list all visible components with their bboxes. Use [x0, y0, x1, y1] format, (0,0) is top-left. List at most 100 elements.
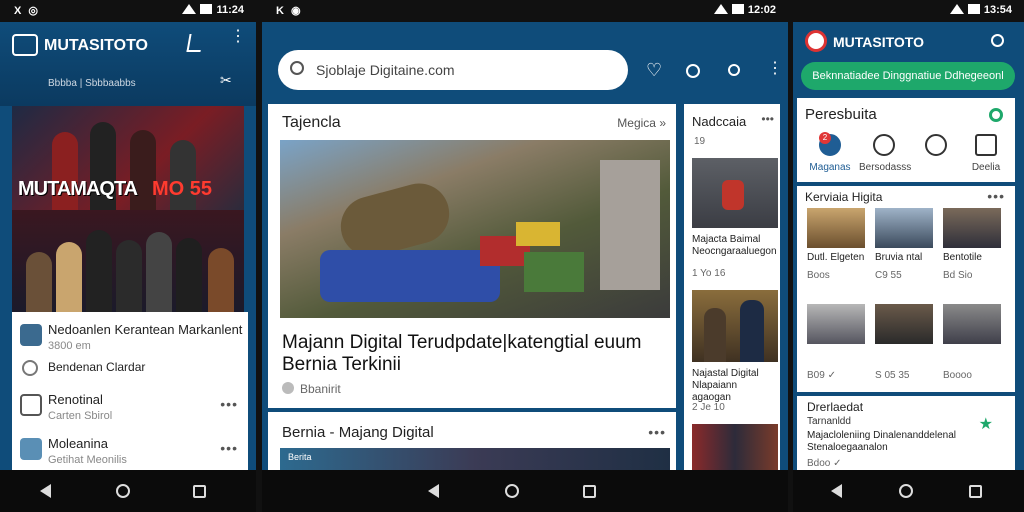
card-more-link[interactable]: Megica » [617, 116, 666, 130]
tab-deelia[interactable]: Deelia [961, 134, 1011, 173]
recents-icon[interactable] [193, 485, 206, 498]
bottom-card[interactable]: Drerlaedat Tarnanldd Majacloleniing Dina… [797, 396, 1015, 472]
list-item-title: Moleanina [48, 436, 108, 451]
hero-banner[interactable]: MUTAMAQTA MO 55 [12, 106, 244, 312]
vehicle-shape [516, 222, 560, 246]
system-nav-bar [262, 470, 788, 512]
heart-icon[interactable]: ♡ [646, 60, 662, 81]
tab-bersodasss[interactable]: Bersodasss [859, 134, 912, 173]
back-icon[interactable] [831, 484, 842, 498]
status-right: 11:24 [182, 4, 244, 16]
side-item-image[interactable] [692, 158, 778, 228]
shortcut-card: Peresbuita 2 Maganas Bersodasss Deelia [797, 98, 1015, 182]
rider-shape [722, 180, 744, 210]
grid-image[interactable] [943, 304, 1001, 344]
phone-screen-3: 13:54 MUTASITOTO Beknnatiadee Dinggnatiu… [793, 0, 1024, 512]
grid-title: Kerviaia Higita [805, 190, 883, 204]
more-icon[interactable]: ••• [987, 188, 1005, 204]
side-item-image[interactable] [692, 424, 778, 472]
status-right: 13:54 [949, 4, 1012, 16]
person-figure [86, 230, 112, 312]
grid-meta: B09 ✓ [807, 370, 836, 381]
more-vert-icon[interactable]: ⋮ [767, 58, 783, 78]
hero-title-accent: MO 55 [152, 178, 213, 200]
side-item-caption[interactable]: Najastal Digital Nlapaiann agaogan [692, 368, 776, 404]
clock: 11:24 [216, 4, 244, 16]
back-icon[interactable] [40, 484, 51, 498]
battery-icon [967, 4, 980, 14]
tab-label: Bersodasss [859, 162, 912, 173]
tab-label: Maganas [809, 162, 851, 173]
search-input[interactable]: Sjoblaje Digitaine.com [316, 62, 455, 78]
side-item-image[interactable] [692, 290, 778, 362]
status-bar: 13:54 [793, 0, 1024, 22]
recents-icon[interactable] [969, 485, 982, 498]
grid-caption: Bentotile [943, 252, 982, 263]
list-item-title: Nedoanlen Kerantean Markanlent [48, 322, 243, 337]
side-column: Nadccaia ••• 19 Majacta Baimal Neocngara… [684, 104, 780, 472]
clipboard-icon [20, 394, 42, 416]
tools-icon[interactable]: ✂ [220, 72, 232, 89]
section-card[interactable]: Bernia - Majang Digital ••• Berita [268, 412, 676, 472]
top-story-card[interactable]: Tajencla Megica » Majann Digital Terudpd… [268, 104, 676, 408]
back-icon[interactable] [428, 484, 439, 498]
status-right: 12:02 [713, 4, 776, 16]
signal-icon [713, 4, 728, 14]
grid-image[interactable] [807, 208, 865, 248]
more-vert-icon[interactable]: ⋮ [230, 29, 246, 45]
grid-image[interactable] [875, 208, 933, 248]
bottom-meta: Bdoo ✓ [807, 458, 842, 469]
status-bar: X ◎ 11:24 [0, 0, 256, 22]
person-figure [704, 308, 726, 362]
search-icon[interactable] [686, 64, 700, 78]
status-left: X ◎ [14, 5, 40, 17]
section-title: Bernia - Majang Digital [282, 424, 434, 441]
vehicle-shape [524, 252, 584, 292]
grid-card: Kerviaia Higita ••• Dutl. Elgeten Bruvia… [797, 186, 1015, 392]
story-image [280, 140, 670, 318]
share-icon[interactable] [186, 34, 204, 52]
vehicle-shape [320, 250, 500, 302]
side-item-caption[interactable]: Majacta Baimal Neocngaraaluegon [692, 234, 777, 258]
logo-icon [805, 30, 827, 52]
section-title: Peresbuita [805, 106, 877, 123]
home-icon[interactable] [116, 484, 130, 498]
more-icon[interactable]: ••• [220, 440, 238, 456]
bottom-desc: Majacloleniing Dinalenanddelenal Stenalo… [807, 430, 956, 453]
battery-icon [200, 4, 213, 14]
section-image: Berita [280, 448, 670, 472]
more-icon[interactable]: ••• [761, 112, 774, 126]
profile-icon[interactable] [728, 64, 740, 76]
hero-title: MUTAMAQTA [18, 178, 138, 200]
phone-screen-2: K ◉ 12:02 Sjoblaje Digitaine.com ♡ ⋮ Taj… [262, 0, 788, 512]
tab-maganas[interactable]: 2 Maganas [805, 132, 855, 173]
list-item[interactable]: Moleanina Getihat Meonilis ••• [12, 426, 248, 470]
recents-icon[interactable] [583, 485, 596, 498]
grid-image[interactable] [875, 304, 933, 344]
system-nav-bar [0, 470, 256, 512]
grid-image[interactable] [943, 208, 1001, 248]
brand-name: MUTASITOTO [44, 37, 148, 54]
avatar [20, 438, 42, 460]
star-icon[interactable]: ★ [979, 414, 993, 434]
grid-image[interactable] [807, 304, 865, 344]
more-icon[interactable]: ••• [220, 396, 238, 412]
more-icon[interactable]: ••• [648, 424, 666, 440]
headline[interactable]: Majann Digital Terudpdate|katengtial euu… [282, 332, 662, 376]
search-bar[interactable]: Sjoblaje Digitaine.com [278, 50, 628, 90]
list-item[interactable]: Renotinal Carten Sbirol ••• [12, 382, 248, 426]
home-icon[interactable] [505, 484, 519, 498]
clock: 13:54 [983, 4, 1012, 16]
news-list: Nedoanlen Kerantean Markanlent 3800 em B… [12, 312, 248, 472]
list-item-title: Bendenan Clardar [48, 360, 146, 374]
tab-compass[interactable] [911, 134, 961, 162]
home-icon[interactable] [899, 484, 913, 498]
app-header: Sjoblaje Digitaine.com ♡ ⋮ [262, 22, 788, 96]
search-icon[interactable] [991, 34, 1004, 47]
search-icon [290, 61, 304, 75]
grid-meta: Boooo [943, 370, 972, 381]
subtitle: Bbbba | Sbbbaabbs [48, 78, 136, 89]
refresh-icon[interactable] [989, 108, 1003, 122]
battery-icon [731, 4, 744, 14]
promo-banner[interactable]: Beknnatiadee Dinggnatiue Ddhegeeonl [801, 62, 1015, 90]
